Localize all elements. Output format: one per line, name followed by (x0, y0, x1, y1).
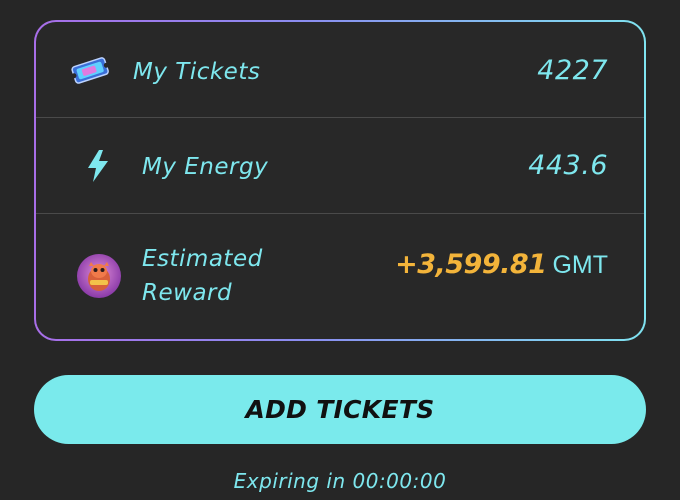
reward-value-group: +3,599.81 GMT (395, 249, 608, 280)
reward-label-line1: Estimated (142, 246, 263, 272)
add-tickets-button-label: ADD TICKETS (245, 395, 435, 424)
reward-amount: +3,599.81 (395, 249, 547, 280)
ticket-icon (70, 54, 110, 90)
expiry-countdown: Expiring in 00:00:00 (233, 469, 447, 493)
tickets-label: My Tickets (133, 59, 261, 85)
ticket-stats-panel: My Tickets 4227 My Energy 443.6 Estimate… (0, 0, 680, 500)
energy-row: My Energy 443.6 (36, 118, 644, 214)
energy-label: My Energy (142, 154, 269, 180)
tickets-row: My Tickets 4227 (36, 22, 644, 118)
add-tickets-button[interactable]: ADD TICKETS (34, 375, 646, 444)
reward-row: Estimated Reward +3,599.81 GMT (36, 214, 644, 339)
stats-card-inner: My Tickets 4227 My Energy 443.6 Estimate… (36, 22, 644, 339)
reward-label-line2: Reward (142, 280, 233, 306)
lightning-bolt-icon (86, 149, 110, 187)
gmt-token-avatar-icon (76, 253, 122, 303)
energy-value: 443.6 (528, 150, 608, 181)
stats-card: My Tickets 4227 My Energy 443.6 Estimate… (34, 20, 646, 341)
tickets-value: 4227 (537, 55, 608, 86)
reward-unit: GMT (552, 251, 608, 279)
